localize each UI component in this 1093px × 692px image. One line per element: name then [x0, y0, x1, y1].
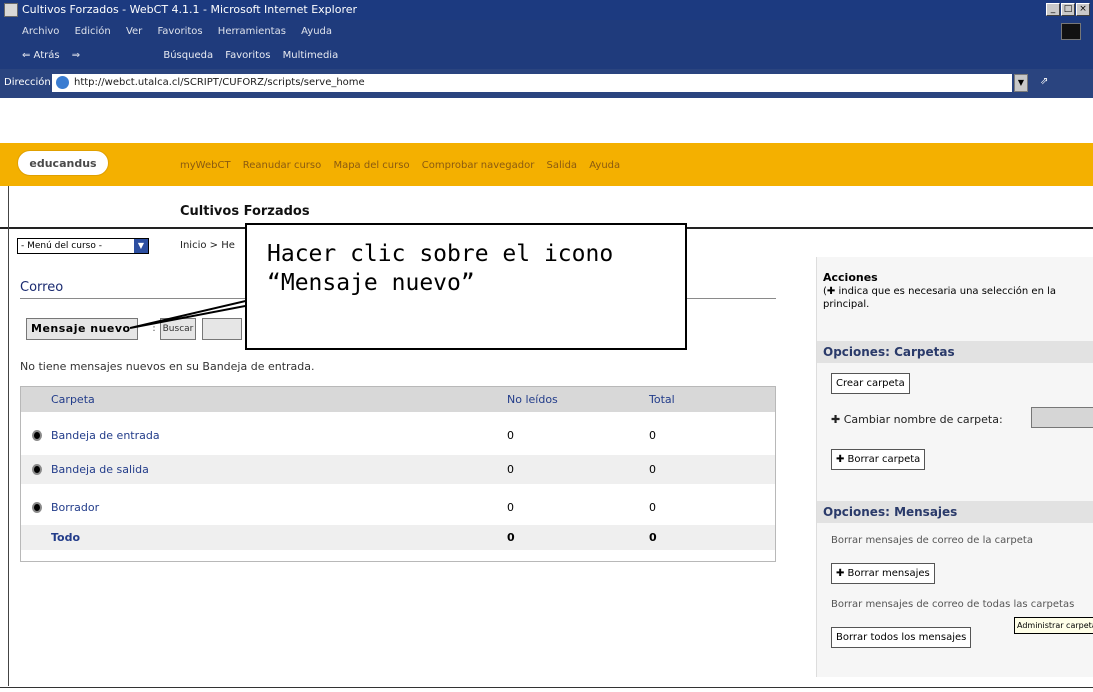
delete-folder-button[interactable]: ✚ Borrar carpeta	[831, 449, 926, 470]
nav-mapa-curso[interactable]: Mapa del curso	[333, 160, 409, 171]
nav-reanudar-curso[interactable]: Reanudar curso	[243, 160, 322, 171]
table-header: Carpeta No leídos Total	[21, 387, 775, 412]
multimedia-button[interactable]: Multimedia	[283, 50, 339, 61]
total-count: 0	[649, 429, 656, 442]
folder-link[interactable]: Bandeja de salida	[51, 455, 149, 484]
folder-radio-icon[interactable]	[32, 430, 42, 441]
folders-options-header: Opciones: Carpetas	[817, 341, 1093, 363]
unread-count: 0	[507, 501, 514, 514]
delete-messages-button[interactable]: ✚ Borrar mensajes	[831, 563, 935, 584]
col-no-leidos: No leídos	[507, 393, 558, 406]
webct-nav: myWebCT Reanudar curso Mapa del curso Co…	[180, 160, 629, 171]
favorites-button[interactable]: Favoritos	[225, 50, 270, 61]
callout-line-2: “Mensaje nuevo”	[267, 270, 475, 296]
address-label: Dirección	[4, 77, 51, 88]
forward-button[interactable]: ⇒	[72, 50, 80, 61]
maximize-button[interactable]: □	[1061, 3, 1075, 16]
windows-logo-icon	[1061, 23, 1081, 40]
page-icon	[56, 76, 69, 89]
messages-options-header: Opciones: Mensajes	[817, 501, 1093, 523]
callout-line-1: Hacer clic sobre el icono	[267, 241, 614, 267]
nav-ayuda[interactable]: Ayuda	[589, 160, 620, 171]
page-title: Correo	[20, 280, 64, 295]
total-count: 0	[649, 501, 656, 514]
actions-note: (✚ indica que es necesaria una selección…	[823, 286, 1056, 310]
delete-messages-text: Borrar mensajes de correo de la carpeta	[831, 535, 1033, 546]
breadcrumb[interactable]: Inicio > He	[180, 240, 235, 251]
address-bar: Dirección http://webct.utalca.cl/SCRIPT/…	[0, 69, 1093, 98]
table-row[interactable]: Bandeja de salida 0 0	[21, 455, 775, 484]
rename-folder-label: ✚ Cambiar nombre de carpeta:	[831, 413, 1003, 426]
callout-pointer	[130, 280, 255, 329]
menu-bar: Archivo Edición Ver Favoritos Herramient…	[0, 20, 1093, 43]
menu-archivo[interactable]: Archivo	[22, 26, 59, 37]
chevron-down-icon: ▼	[134, 239, 148, 253]
educandus-logo: educandus	[17, 150, 109, 176]
folder-link[interactable]: Bandeja de entrada	[51, 421, 160, 450]
nav-comprobar-navegador[interactable]: Comprobar navegador	[422, 160, 535, 171]
unread-count: 0	[507, 463, 514, 476]
left-frame-edge	[8, 186, 9, 686]
actions-title: Acciones	[823, 271, 878, 284]
folders-table: Carpeta No leídos Total Bandeja de entra…	[20, 386, 776, 562]
address-url: http://webct.utalca.cl/SCRIPT/CUFORZ/scr…	[74, 77, 365, 88]
browser-toolbar: ⇐ Atrás ⇒ Búsqueda Favoritos Multimedia	[0, 43, 1093, 69]
total-label[interactable]: Todo	[51, 525, 80, 550]
instruction-callout: Hacer clic sobre el icono “Mensaje nuevo…	[245, 223, 687, 350]
table-row[interactable]: Borrador 0 0	[21, 493, 775, 522]
course-menu-label: - Menú del curso -	[21, 241, 102, 251]
folder-radio-icon[interactable]	[32, 464, 42, 475]
table-row[interactable]: Bandeja de entrada 0 0	[21, 421, 775, 450]
minimize-button[interactable]: _	[1046, 3, 1060, 16]
course-title: Cultivos Forzados	[180, 204, 310, 219]
total-count: 0	[649, 463, 656, 476]
rename-folder-input[interactable]	[1031, 407, 1093, 428]
no-new-messages-text: No tiene mensajes nuevos en su Bandeja d…	[20, 360, 315, 373]
address-input[interactable]: http://webct.utalca.cl/SCRIPT/CUFORZ/scr…	[52, 74, 1012, 92]
tooltip: Administrar carpetas	[1014, 617, 1093, 634]
actions-panel: Acciones (✚ indica que es necesaria una …	[816, 257, 1093, 677]
folder-radio-icon[interactable]	[32, 502, 42, 513]
table-total-row: Todo 0 0	[21, 525, 775, 550]
search-button[interactable]: Búsqueda	[163, 50, 213, 61]
menu-favoritos[interactable]: Favoritos	[157, 26, 202, 37]
total-unread: 0	[507, 531, 515, 544]
total-total: 0	[649, 531, 657, 544]
nav-salida[interactable]: Salida	[547, 160, 578, 171]
create-folder-button[interactable]: Crear carpeta	[831, 373, 910, 394]
course-menu-select[interactable]: - Menú del curso - ▼	[17, 238, 149, 254]
menu-edicion[interactable]: Edición	[75, 26, 111, 37]
menu-ayuda[interactable]: Ayuda	[301, 26, 332, 37]
ie-icon	[4, 3, 18, 17]
window-titlebar: Cultivos Forzados - WebCT 4.1.1 - Micros…	[0, 0, 1093, 20]
window-title: Cultivos Forzados - WebCT 4.1.1 - Micros…	[22, 3, 358, 16]
col-carpeta: Carpeta	[51, 393, 95, 406]
new-message-button[interactable]: Mensaje nuevo	[26, 318, 138, 340]
go-button[interactable]: ⇗	[1040, 76, 1048, 87]
address-dropdown-button[interactable]: ▼	[1014, 74, 1028, 92]
bottom-border	[0, 687, 1093, 688]
unread-count: 0	[507, 429, 514, 442]
delete-all-messages-button[interactable]: Borrar todos los mensajes	[831, 627, 972, 648]
back-button[interactable]: ⇐ Atrás	[22, 50, 60, 61]
menu-herramientas[interactable]: Herramientas	[218, 26, 286, 37]
close-button[interactable]: ×	[1076, 3, 1090, 16]
delete-all-text: Borrar mensajes de correo de todas las c…	[831, 599, 1075, 610]
col-total: Total	[649, 393, 675, 406]
nav-mywebct[interactable]: myWebCT	[180, 160, 231, 171]
folder-link[interactable]: Borrador	[51, 493, 99, 522]
menu-ver[interactable]: Ver	[126, 26, 142, 37]
